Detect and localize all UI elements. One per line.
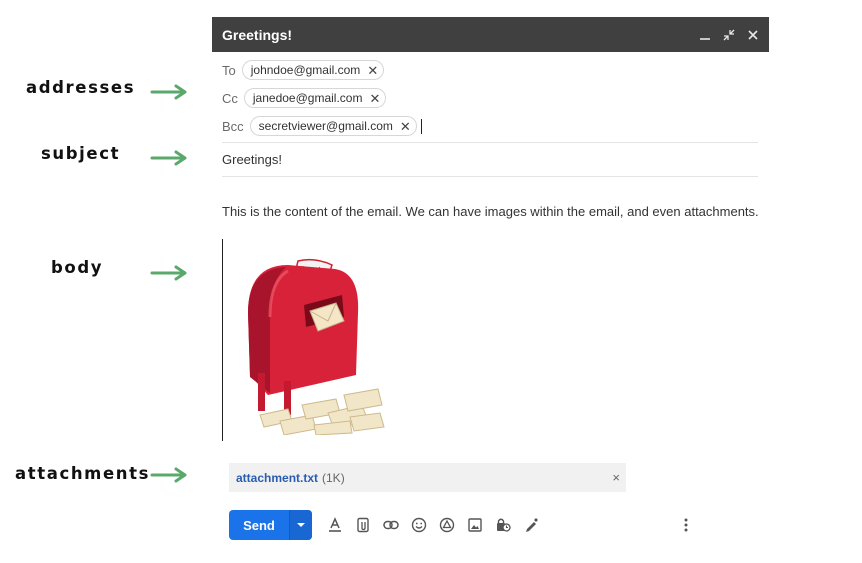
remove-attachment-icon[interactable]: × [612,470,620,485]
cc-label: Cc [222,90,238,106]
more-options-icon[interactable] [679,516,693,534]
attach-file-icon[interactable] [354,516,372,534]
subject-label: subject [41,144,121,163]
arrow-icon [150,467,187,483]
bcc-row[interactable]: Bcc secretviewer@gmail.com ✕ [222,116,423,136]
remove-recipient-icon[interactable]: ✕ [367,64,378,77]
send-button[interactable]: Send [229,510,289,540]
email-body-text[interactable]: This is the content of the email. We can… [222,204,759,219]
text-format-icon[interactable] [326,516,344,534]
arrow-icon [150,150,187,166]
mailbox-image[interactable]: post [240,255,390,435]
bcc-label: Bcc [222,118,244,134]
attachment-chip[interactable]: attachment.txt (1K) × [229,463,626,492]
recipient-email: janedoe@gmail.com [252,91,363,105]
signature-icon[interactable] [522,516,540,534]
minimize-icon[interactable] [697,27,713,43]
subject-field[interactable]: Greetings! [222,152,282,167]
to-recipient-chip[interactable]: johndoe@gmail.com ✕ [241,60,385,80]
recipient-email: secretviewer@gmail.com [258,119,393,133]
close-icon[interactable] [745,27,761,43]
to-label: To [222,62,236,78]
text-cursor [420,118,423,134]
addresses-label: addresses [26,78,136,97]
remove-recipient-icon[interactable]: ✕ [369,92,380,105]
compose-toolbar: Send [229,510,769,540]
arrow-icon [150,265,187,281]
confidential-mode-icon[interactable] [494,516,512,534]
recipient-email: johndoe@gmail.com [250,63,361,77]
compose-titlebar[interactable]: Greetings! [212,17,769,52]
attachment-name[interactable]: attachment.txt [236,471,318,485]
divider [222,142,758,143]
body-label: body [51,258,104,277]
arrow-icon [150,84,187,100]
insert-photo-icon[interactable] [466,516,484,534]
to-row[interactable]: To johndoe@gmail.com ✕ [222,60,385,80]
divider [222,176,758,177]
chevron-down-icon [297,523,305,527]
emoji-icon[interactable] [410,516,428,534]
send-button-group: Send [229,510,312,540]
google-drive-icon[interactable] [438,516,456,534]
remove-recipient-icon[interactable]: ✕ [400,120,411,133]
compose-window: Greetings! To johndoe@gmail.com ✕ Cc jan… [212,17,769,557]
exit-full-screen-icon[interactable] [721,27,737,43]
cc-recipient-chip[interactable]: janedoe@gmail.com ✕ [243,88,387,108]
bcc-recipient-chip[interactable]: secretviewer@gmail.com ✕ [249,116,417,136]
cc-row[interactable]: Cc janedoe@gmail.com ✕ [222,88,387,108]
quote-bar [222,239,223,441]
attachment-size: (1K) [322,470,345,485]
compose-title: Greetings! [222,26,293,43]
schedule-send-dropdown[interactable] [289,510,312,540]
insert-link-icon[interactable] [382,516,400,534]
attachments-label: attachments [15,464,151,483]
